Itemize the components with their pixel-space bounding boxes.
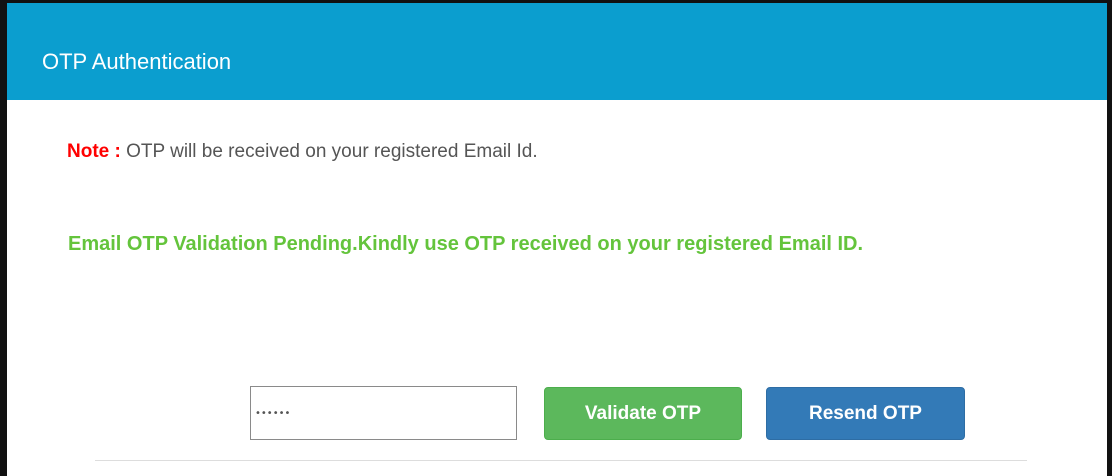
validate-otp-button[interactable]: Validate OTP <box>544 387 742 440</box>
footer-divider <box>95 460 1027 461</box>
otp-status-message: Email OTP Validation Pending.Kindly use … <box>68 233 864 255</box>
note-message: Note : OTP will be received on your regi… <box>67 140 538 164</box>
otp-input[interactable] <box>250 386 517 440</box>
dialog-header: OTP Authentication <box>7 3 1107 100</box>
note-text: OTP will be received on your registered … <box>126 141 538 162</box>
otp-authentication-dialog: OTP Authentication Note : OTP will be re… <box>0 0 1112 476</box>
note-label: Note : <box>67 141 121 162</box>
resend-otp-button[interactable]: Resend OTP <box>766 387 965 440</box>
dialog-title: OTP Authentication <box>42 49 232 74</box>
